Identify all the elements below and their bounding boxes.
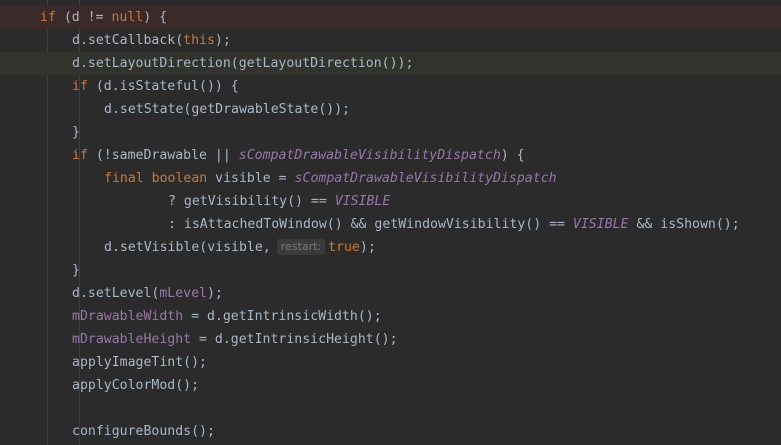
code-token: applyImageTint(); bbox=[72, 355, 207, 370]
parameter-hint: restart: bbox=[276, 239, 326, 255]
code-token: sCompatDrawableVisibilityDispatch bbox=[294, 171, 557, 186]
code-line[interactable]: : isAttachedToWindow() && getWindowVisib… bbox=[0, 213, 781, 236]
code-token: = d.getIntrinsicHeight(); bbox=[191, 332, 398, 347]
code-token: VISIBLE bbox=[572, 217, 629, 232]
code-token: ); bbox=[206, 286, 223, 301]
code-line[interactable]: configureBounds(); bbox=[0, 420, 781, 443]
code-line[interactable]: ? getVisibility() == VISIBLE bbox=[0, 190, 781, 213]
code-token: ) { bbox=[143, 10, 168, 25]
code-token: (d != bbox=[55, 10, 112, 25]
code-line[interactable]: final boolean visible = sCompatDrawableV… bbox=[0, 167, 781, 190]
code-token: (!sameDrawable || bbox=[87, 148, 239, 163]
code-token: ); bbox=[359, 240, 376, 255]
code-token: if bbox=[72, 148, 88, 163]
code-line[interactable]: applyColorMod(); bbox=[0, 374, 781, 397]
code-line[interactable]: d.setVisible(visible, restart: true); bbox=[0, 236, 781, 259]
code-token: mLevel bbox=[159, 286, 207, 301]
code-token: && isShown(); bbox=[628, 217, 740, 232]
code-token: if bbox=[40, 10, 56, 25]
code-line[interactable]: mDrawableHeight = d.getIntrinsicHeight()… bbox=[0, 328, 781, 351]
code-line[interactable]: if (d != null) { bbox=[0, 6, 781, 29]
code-token: = d.getIntrinsicWidth(); bbox=[183, 309, 382, 324]
code-token: configureBounds(); bbox=[72, 424, 215, 439]
code-token: d.setLayoutDirection(getLayoutDirection(… bbox=[72, 56, 414, 71]
code-line[interactable]: d.setLayoutDirection(getLayoutDirection(… bbox=[0, 52, 781, 75]
code-token: d.setVisible(visible, bbox=[104, 240, 271, 255]
code-token: ? getVisibility() == bbox=[168, 194, 335, 209]
code-token: mDrawableHeight bbox=[72, 332, 192, 347]
code-line[interactable]: d.setLevel(mLevel); bbox=[0, 282, 781, 305]
code-token: this bbox=[183, 33, 215, 48]
code-token: (d.isStateful()) { bbox=[87, 79, 239, 94]
code-line[interactable]: } bbox=[0, 121, 781, 144]
code-token: null bbox=[111, 10, 144, 25]
code-token: mDrawableWidth bbox=[72, 309, 184, 324]
code-line[interactable]: d.setState(getDrawableState()); bbox=[0, 98, 781, 121]
code-token: d.setLevel( bbox=[72, 286, 160, 301]
code-line[interactable]: mDrawableWidth = d.getIntrinsicWidth(); bbox=[0, 305, 781, 328]
code-token: final boolean bbox=[104, 171, 208, 186]
code-line[interactable]: } bbox=[0, 259, 781, 282]
code-line[interactable]: applyImageTint(); bbox=[0, 351, 781, 374]
code-line[interactable]: if (!sameDrawable || sCompatDrawableVisi… bbox=[0, 144, 781, 167]
code-token: sCompatDrawableVisibilityDispatch bbox=[238, 148, 501, 163]
code-line[interactable] bbox=[0, 397, 781, 420]
code-token: true bbox=[328, 240, 360, 255]
code-token: ); bbox=[214, 33, 231, 48]
code-token: : isAttachedToWindow() && getWindowVisib… bbox=[168, 217, 573, 232]
code-line[interactable]: if (d.isStateful()) { bbox=[0, 75, 781, 98]
code-token: d.setState(getDrawableState()); bbox=[104, 102, 351, 117]
code-token: applyColorMod(); bbox=[72, 378, 200, 393]
code-token: } bbox=[72, 263, 80, 278]
code-token: if bbox=[72, 79, 88, 94]
code-token: d.setCallback( bbox=[72, 33, 184, 48]
code-token: visible = bbox=[207, 171, 295, 186]
code-token: } bbox=[72, 125, 80, 140]
code-token: ) { bbox=[500, 148, 525, 163]
code-token: VISIBLE bbox=[334, 194, 391, 209]
code-editor[interactable]: if (d != null) {d.setCallback(this); d.se… bbox=[0, 0, 781, 445]
code-line[interactable]: d.setCallback(this); bbox=[0, 29, 781, 52]
